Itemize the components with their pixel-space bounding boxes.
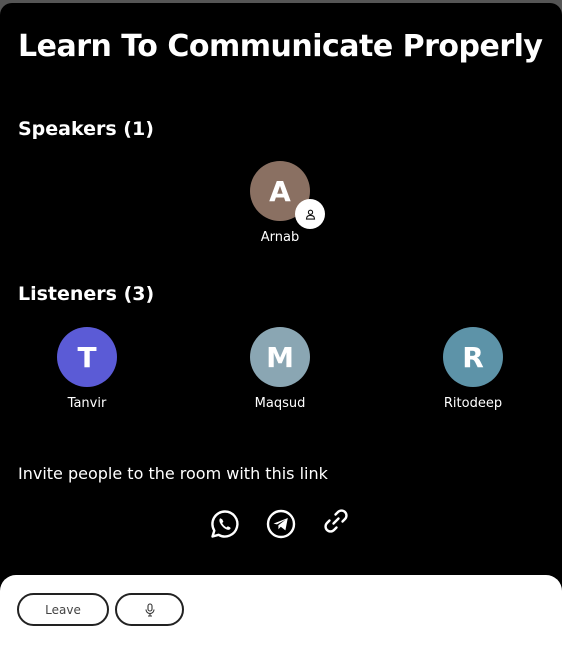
- leave-button[interactable]: Leave: [17, 593, 109, 626]
- invite-text: Invite people to the room with this link: [18, 464, 328, 483]
- share-options: [208, 507, 358, 543]
- whatsapp-share-button[interactable]: [208, 507, 242, 541]
- person-icon: [295, 199, 325, 229]
- copy-link-button[interactable]: [319, 504, 353, 538]
- avatar: A: [250, 161, 325, 229]
- link-icon: [324, 509, 348, 533]
- microphone-button[interactable]: [115, 593, 184, 626]
- telegram-icon: [266, 509, 296, 539]
- listener-card[interactable]: T Tanvir: [37, 327, 137, 411]
- microphone-icon: [144, 602, 155, 617]
- speakers-heading: Speakers (1): [18, 118, 154, 140]
- avatar: M: [250, 327, 310, 387]
- listener-name: Tanvir: [67, 396, 107, 411]
- telegram-share-button[interactable]: [264, 507, 298, 541]
- listener-name: Maqsud: [254, 396, 306, 411]
- avatar-initial: A: [269, 174, 291, 208]
- avatar-initial: M: [266, 340, 294, 374]
- listener-card[interactable]: R Ritodeep: [423, 327, 523, 411]
- avatar-initial: T: [77, 340, 97, 374]
- listeners-heading: Listeners (3): [18, 283, 155, 305]
- whatsapp-icon: [211, 510, 239, 538]
- room-window: Learn To Communicate Properly Speakers (…: [0, 3, 562, 646]
- speaker-card[interactable]: A Arnab: [230, 161, 330, 245]
- room-controls: Leave: [0, 575, 562, 646]
- listener-card[interactable]: M Maqsud: [230, 327, 330, 411]
- room-title: Learn To Communicate Properly: [18, 29, 543, 64]
- avatar: R: [443, 327, 503, 387]
- listener-name: Ritodeep: [443, 396, 503, 411]
- avatar-initial: R: [462, 340, 484, 374]
- avatar: T: [57, 327, 117, 387]
- speaker-name: Arnab: [260, 230, 300, 245]
